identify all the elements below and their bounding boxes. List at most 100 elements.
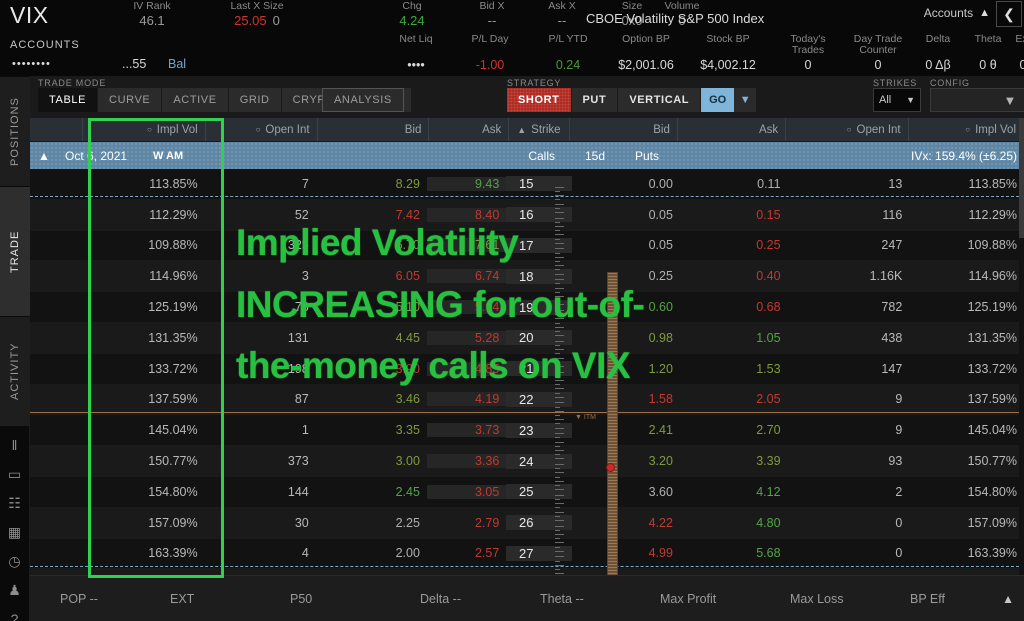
strike-cell[interactable]: 25 [506, 484, 573, 522]
put-ask[interactable]: 2.70 [680, 423, 788, 437]
put-ask[interactable]: 0.25 [680, 238, 788, 252]
balance-label[interactable]: Bal [168, 57, 186, 71]
col-header-bid[interactable]: Bid [318, 118, 430, 141]
chevron-down-icon[interactable]: ▼ [734, 88, 757, 112]
tab-analysis[interactable]: ANALYSIS [322, 88, 404, 112]
call-bid[interactable]: 3.35 [316, 423, 427, 437]
call-bid[interactable]: 6.05 [316, 269, 427, 283]
put-bid[interactable]: 2.41 [572, 423, 680, 437]
put-bid[interactable]: 0.00 [572, 177, 680, 191]
call-bid[interactable]: 3.46 [316, 392, 427, 406]
put-ask[interactable]: 4.12 [680, 485, 788, 499]
bars-icon[interactable]: ‖ [6, 436, 24, 454]
col-header-bid[interactable]: Bid [570, 118, 678, 141]
call-ask[interactable]: 3.05 [426, 484, 507, 499]
call-bid[interactable]: 8.29 [316, 177, 427, 191]
call-ask[interactable]: 3.36 [426, 454, 507, 469]
rail-tab-activity[interactable]: ACTIVITY [0, 316, 30, 426]
rail-tab-trade[interactable]: TRADE [0, 186, 30, 316]
put-ask[interactable]: 5.68 [680, 546, 788, 560]
accounts-toggle[interactable]: Accounts ▲ [924, 6, 990, 20]
table-row[interactable]: 150.77% 373 3.00 3.36 24 3.20 3.39 93 150.77% [30, 446, 1024, 491]
current-price-marker[interactable] [606, 463, 615, 472]
scrollbar-thumb[interactable] [1019, 118, 1024, 238]
watchlist-icon[interactable]: ▭ [6, 465, 24, 483]
strike-cell[interactable]: 24 [506, 453, 573, 491]
table-row[interactable]: 163.39% 4 2.00 2.57 27 4.99 5.68 0 163.39% [30, 539, 1024, 583]
history-clock-icon[interactable]: ◷ [6, 552, 24, 570]
call-ask[interactable]: 3.73 [426, 423, 507, 438]
put-bid[interactable]: 3.60 [572, 485, 680, 499]
table-row[interactable]: 157.09% 30 2.25 2.79 26 4.22 4.80 0 157.09% [30, 507, 1024, 552]
col-header-impl-vol[interactable]: ○ Impl Vol [83, 118, 206, 141]
put-ask[interactable]: 2.05 [680, 392, 788, 406]
put-ask[interactable]: 1.53 [680, 362, 788, 376]
funnel-icon[interactable]: ▼ [1003, 93, 1016, 108]
tab-table[interactable]: TABLE [38, 88, 99, 112]
call-ask[interactable]: 6.74 [426, 269, 507, 284]
col-header-open-int[interactable]: ○ Open Int [786, 118, 909, 141]
caret-up-icon[interactable]: ▲ [30, 149, 58, 163]
call-bid[interactable]: 2.25 [316, 516, 427, 530]
col-header-open-int[interactable]: ○ Open Int [206, 118, 318, 141]
table-row[interactable]: 137.59% 87 3.46 4.19 22 1.58 2.05 9 137.59% [30, 384, 1024, 429]
col-header-strike[interactable]: ▲ Strike [509, 118, 570, 141]
call-ask[interactable]: 5.28 [426, 330, 507, 345]
put-ask[interactable]: 1.05 [680, 331, 788, 345]
call-ask[interactable]: 2.57 [427, 546, 506, 560]
grid-chart-icon[interactable]: ☷ [6, 494, 24, 512]
col-header-impl-vol[interactable]: ○ Impl Vol [909, 118, 1024, 141]
col-header-ask[interactable]: Ask [429, 118, 510, 141]
table-row[interactable]: 154.80% 144 2.45 3.05 25 3.60 4.12 2 154.80% [30, 477, 1024, 522]
put-bid[interactable]: 0.05 [572, 208, 680, 222]
chevron-left-icon[interactable]: ❮ [996, 1, 1022, 27]
rail-tab-positions[interactable]: POSITIONS [0, 76, 30, 186]
strike-cell[interactable]: 20 [506, 330, 573, 368]
put-ask[interactable]: 0.15 [680, 208, 788, 222]
account-number[interactable]: ...55 [122, 57, 146, 71]
go-button[interactable]: GO [701, 88, 735, 112]
strike-cell[interactable]: 16 [506, 207, 573, 244]
tab-curve[interactable]: CURVE [98, 88, 163, 112]
put-bid[interactable]: 1.58 [572, 392, 680, 406]
put-bid[interactable]: 4.22 [572, 516, 680, 530]
strategy-spread-button[interactable]: VERTICAL [618, 88, 702, 112]
people-icon[interactable]: ♟ [6, 581, 24, 599]
tab-active[interactable]: ACTIVE [162, 88, 229, 112]
strike-cell[interactable]: 15 [506, 176, 573, 214]
vertical-scrollbar[interactable] [1019, 118, 1024, 575]
call-bid[interactable]: 3.00 [316, 454, 427, 468]
call-bid[interactable]: 2.00 [316, 546, 427, 560]
put-bid[interactable]: 0.98 [572, 331, 680, 345]
table-row[interactable]: 112.29% 52 7.42 8.40 16 0.05 0.15 116 112.29% [30, 199, 1024, 244]
put-ask[interactable]: 0.11 [680, 177, 788, 191]
symbol-ticker[interactable]: VIX [10, 2, 49, 29]
call-bid[interactable]: 7.42 [316, 208, 427, 222]
strike-cell[interactable]: 18 [506, 268, 573, 306]
put-ask[interactable]: 0.68 [680, 300, 788, 314]
put-ask[interactable]: 3.39 [680, 454, 788, 468]
put-bid[interactable]: 3.20 [572, 454, 680, 468]
call-ask[interactable]: 4.19 [426, 392, 507, 407]
put-ask[interactable]: 4.80 [680, 516, 788, 530]
put-bid[interactable]: 0.05 [572, 238, 680, 252]
call-bid[interactable]: 4.45 [316, 331, 427, 345]
put-ask[interactable]: 0.40 [680, 269, 788, 283]
call-ask[interactable]: 8.40 [426, 207, 507, 222]
strategy-direction-button[interactable]: SHORT [507, 88, 572, 112]
strikes-select[interactable]: All ▼ [873, 88, 921, 112]
strike-cell[interactable]: 23 [506, 422, 573, 460]
strike-cell[interactable]: 27 [506, 545, 573, 583]
strategy-type-button[interactable]: PUT [572, 88, 619, 112]
tab-grid[interactable]: GRID [229, 88, 282, 112]
table-row[interactable]: 113.85% 7 8.29 9.43 15 0.00 0.11 13 113.85% [30, 169, 1024, 214]
table-row[interactable]: 145.04% 1 3.35 3.73 23 2.41 2.70 9 145.04% [30, 415, 1024, 460]
table-row[interactable]: 109.88% 325 6.70 7.61 17 0.05 0.25 247 109.88% [30, 231, 1024, 275]
tiles-icon[interactable]: ▦ [6, 523, 24, 541]
help-icon[interactable]: ? [6, 610, 24, 621]
strike-cell[interactable]: 22 [506, 391, 573, 429]
put-bid[interactable]: 0.25 [572, 269, 680, 283]
call-ask[interactable]: 2.79 [427, 516, 506, 530]
chevron-up-icon[interactable]: ▲ [1002, 592, 1014, 606]
col-header-blank[interactable] [30, 118, 84, 141]
